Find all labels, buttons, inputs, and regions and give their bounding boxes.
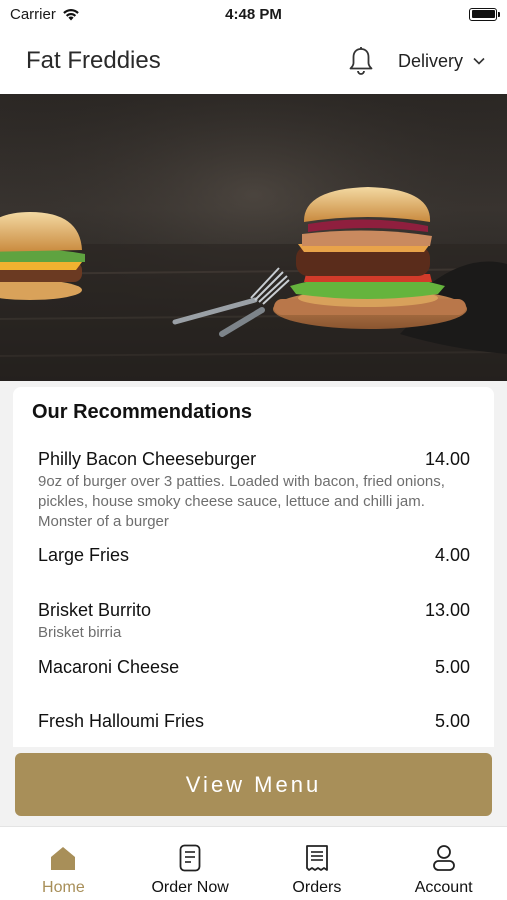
wifi-icon <box>63 8 79 20</box>
status-bar: Carrier 4:48 PM <box>0 0 507 28</box>
item-name: Philly Bacon Cheeseburger <box>38 449 257 469</box>
tab-orders-label: Orders <box>292 879 342 896</box>
item-price: 4.00 <box>434 545 470 565</box>
item-description: Brisket birria <box>38 624 122 641</box>
menu-item-philly-bacon-cheeseburger[interactable]: Philly Bacon Cheeseburger 14.00 9oz of b… <box>38 449 470 532</box>
header-actions: Delivery <box>346 45 485 77</box>
tab-account[interactable]: Account <box>380 827 507 900</box>
hero-banner-image <box>0 94 507 381</box>
tab-orders[interactable]: Orders <box>254 827 381 900</box>
tab-home[interactable]: Home <box>0 827 127 900</box>
item-name: Fresh Halloumi Fries <box>38 711 205 731</box>
receipt-icon <box>303 843 331 873</box>
view-menu-button[interactable]: View Menu <box>15 753 492 816</box>
recommendations-card: Our Recommendations Philly Bacon Cheeseb… <box>13 387 494 747</box>
menu-item-large-fries[interactable]: Large Fries 4.00 <box>38 545 470 566</box>
recommendations-title: Our Recommendations <box>32 401 253 423</box>
tab-account-label: Account <box>414 879 473 896</box>
status-left: Carrier <box>10 6 80 23</box>
tab-home-label: Home <box>42 879 85 896</box>
bottom-tab-bar: Home Order Now Orders Account <box>0 826 507 900</box>
item-price: 13.00 <box>424 600 470 620</box>
tab-order-now-label: Order Now <box>151 879 229 896</box>
burger-photo <box>0 94 507 381</box>
delivery-mode-label: Delivery <box>397 50 463 71</box>
tab-order-now[interactable]: Order Now <box>127 827 254 900</box>
item-name: Large Fries <box>38 545 130 565</box>
item-price: 14.00 <box>424 449 470 469</box>
menu-item-macaroni-cheese[interactable]: Macaroni Cheese 5.00 <box>38 657 470 678</box>
app-header: Fat Freddies Delivery <box>0 28 507 94</box>
notifications-button[interactable] <box>346 45 376 77</box>
order-icon <box>176 843 204 873</box>
item-price: 5.00 <box>434 657 470 677</box>
home-icon <box>49 843 77 873</box>
delivery-mode-selector[interactable]: Delivery <box>398 51 485 72</box>
chevron-down-icon <box>473 57 485 65</box>
item-name: Brisket Burrito <box>38 600 152 620</box>
item-description: 9oz of burger over 3 patties. Loaded wit… <box>38 473 445 530</box>
account-icon <box>430 843 458 873</box>
item-name: Macaroni Cheese <box>38 657 180 677</box>
menu-item-fresh-halloumi-fries[interactable]: Fresh Halloumi Fries 5.00 <box>38 711 470 732</box>
app-title: Fat Freddies <box>26 47 161 74</box>
battery-icon <box>469 7 500 21</box>
item-price: 5.00 <box>434 711 470 731</box>
carrier-label: Carrier <box>10 5 56 23</box>
menu-item-brisket-burrito[interactable]: Brisket Burrito 13.00 Brisket birria <box>38 600 470 643</box>
bell-icon <box>349 47 373 75</box>
